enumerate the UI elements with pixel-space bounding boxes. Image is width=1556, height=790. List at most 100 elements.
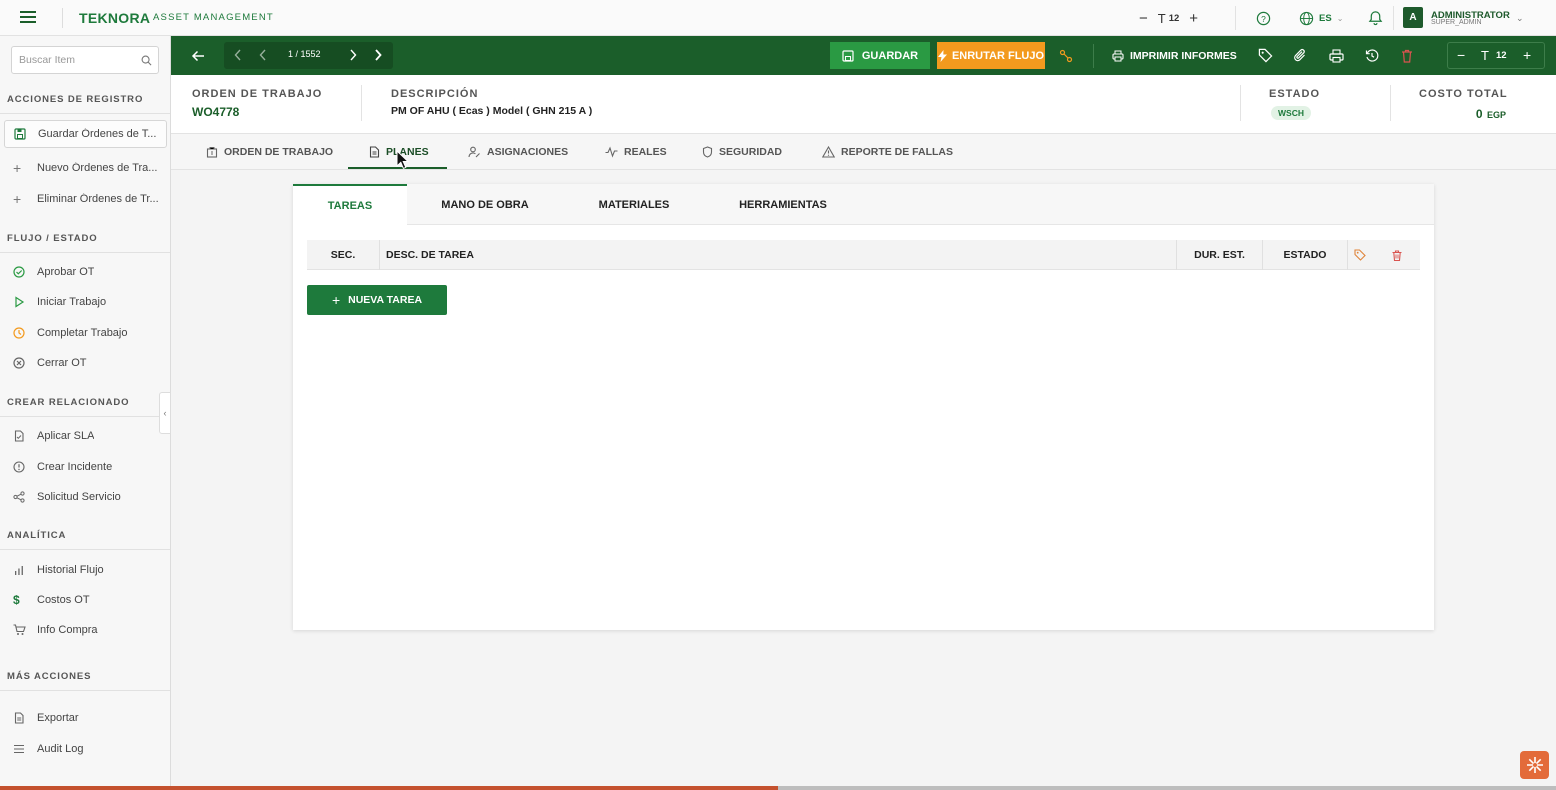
font-decrease-icon[interactable]: − — [1457, 47, 1465, 63]
avatar[interactable]: A — [1403, 7, 1423, 28]
last-page-icon[interactable] — [374, 48, 382, 62]
search-icon[interactable] — [141, 55, 152, 66]
print-reports-button[interactable]: IMPRIMIR INFORMES — [1112, 36, 1237, 75]
language-selector[interactable]: ES ⌄ — [1299, 0, 1343, 36]
plus-icon: + — [13, 191, 22, 207]
chevron-down-icon[interactable]: ⌄ — [1516, 0, 1524, 36]
next-page-icon[interactable] — [349, 48, 357, 62]
search-input[interactable] — [19, 54, 137, 66]
total-cost-label: COSTO TOTAL — [1419, 88, 1508, 100]
paperclip-icon[interactable] — [1293, 36, 1307, 75]
total-cost: 0 EGP — [1431, 105, 1506, 123]
section-header-crear: CREAR RELACIONADO — [7, 397, 130, 408]
save-button-label: GUARDAR — [861, 49, 919, 62]
progress-fill — [0, 786, 778, 790]
sidebar-item-apply-sla[interactable]: Aplicar SLA — [4, 422, 167, 450]
first-page-icon[interactable] — [234, 48, 242, 62]
description-value: PM OF AHU ( Ecas ) Model ( GHN 215 A ) — [391, 105, 593, 117]
subtab-materials[interactable]: MATERIALES — [577, 184, 691, 225]
sidebar-item-approve-wo[interactable]: Aprobar OT — [4, 258, 167, 286]
sidebar-item-save-wo[interactable]: Guardar Órdenes de T... — [4, 120, 167, 148]
font-increase-icon[interactable]: + — [1189, 10, 1198, 27]
warning-icon — [822, 146, 835, 158]
sidebar-item-delete-wo[interactable]: + Eliminar Órdenes de Tr... — [4, 185, 167, 213]
cart-icon — [13, 624, 33, 636]
sidebar-item-create-incident[interactable]: Crear Incidente — [4, 453, 167, 481]
divider — [1093, 44, 1094, 68]
section-header-flujo: FLUJO / ESTADO — [7, 233, 98, 244]
subtab-tools[interactable]: HERRAMIENTAS — [719, 184, 847, 225]
menu-icon[interactable] — [20, 10, 36, 24]
trash-icon[interactable] — [1392, 240, 1402, 270]
column-divider — [1347, 240, 1348, 270]
sidebar-item-service-request[interactable]: Solicitud Servicio — [4, 483, 167, 511]
font-size-icon: T — [1481, 48, 1489, 63]
lightning-icon — [937, 49, 947, 62]
sidebar-item-label: Guardar Órdenes de T... — [38, 128, 157, 140]
sidebar-item-label: Costos OT — [37, 594, 90, 606]
pager-value: 1 / 1552 — [288, 49, 321, 59]
sidebar-item-purchase-info[interactable]: Info Compra — [4, 616, 167, 644]
work-order-label: ORDEN DE TRABAJO — [192, 88, 323, 100]
sidebar-item-close-wo[interactable]: Cerrar OT — [4, 349, 167, 377]
tasks-table-header: SEC. DESC. DE TAREA DUR. EST. ESTADO — [307, 240, 1420, 270]
save-button[interactable]: GUARDAR — [830, 42, 930, 69]
tab-label: SEGURIDAD — [719, 146, 783, 158]
shield-icon — [702, 146, 713, 158]
delete-icon[interactable] — [1401, 36, 1413, 75]
bar-chart-icon — [13, 564, 33, 576]
sidebar-item-label: Info Compra — [37, 624, 98, 636]
tab-failure-report[interactable]: REPORTE DE FALLAS — [822, 134, 953, 170]
tag-icon[interactable] — [1354, 240, 1366, 270]
document-icon — [13, 430, 33, 442]
prev-page-icon[interactable] — [259, 48, 267, 62]
sidebar-collapse-handle[interactable]: ‹ — [159, 392, 171, 434]
divider — [0, 416, 170, 417]
brand-logo[interactable]: TEKNORA — [79, 10, 150, 26]
font-increase-icon[interactable]: + — [1523, 47, 1531, 63]
tab-assignments[interactable]: ASIGNACIONES — [468, 134, 568, 170]
font-size-control: − T 12 + — [1139, 0, 1198, 36]
workflow-icon[interactable] — [1059, 36, 1073, 75]
assistant-fab-button[interactable] — [1520, 751, 1549, 779]
list-icon — [13, 743, 33, 755]
divider — [0, 690, 170, 691]
sidebar-item-export[interactable]: Exportar — [4, 704, 167, 732]
new-task-button[interactable]: + NUEVA TAREA — [307, 285, 447, 315]
font-decrease-icon[interactable]: − — [1139, 10, 1148, 27]
sidebar-item-flow-history[interactable]: Historial Flujo — [4, 556, 167, 584]
brand-subtitle: ASSET MANAGEMENT — [153, 12, 274, 23]
bell-icon[interactable] — [1368, 0, 1383, 36]
subtab-labor[interactable]: MANO DE OBRA — [421, 184, 549, 225]
route-flow-button[interactable]: ENRUTAR FLUJO — [937, 42, 1045, 69]
sidebar-item-start-work[interactable]: Iniciar Trabajo — [4, 288, 167, 316]
mouse-pointer-icon — [396, 150, 410, 170]
description-label: DESCRIPCIÓN — [391, 88, 479, 100]
divider — [1390, 85, 1391, 121]
print-icon[interactable] — [1329, 36, 1344, 75]
sidebar-item-label: Aprobar OT — [37, 266, 95, 278]
divider — [62, 8, 63, 28]
chevron-down-icon: ⌄ — [1336, 13, 1344, 23]
help-icon[interactable]: ? — [1256, 0, 1271, 36]
sidebar-item-wo-costs[interactable]: $ Costos OT — [4, 586, 167, 614]
sidebar-item-complete-work[interactable]: Completar Trabajo — [4, 319, 167, 347]
tab-label: ORDEN DE TRABAJO — [224, 146, 334, 158]
tag-icon[interactable] — [1258, 36, 1273, 75]
history-icon[interactable] — [1365, 36, 1379, 75]
sidebar-item-new-wo[interactable]: + Nuevo Órdenes de Tra... — [4, 154, 167, 182]
tab-work-order[interactable]: ORDEN DE TRABAJO — [206, 134, 333, 170]
font-size-icon: T — [1157, 10, 1166, 26]
sidebar-item-audit-log[interactable]: Audit Log — [4, 735, 167, 763]
divider — [0, 549, 170, 550]
subtab-tasks[interactable]: TAREAS — [293, 184, 407, 225]
divider — [361, 85, 362, 121]
sub-tabs: TAREAS MANO DE OBRA MATERIALES HERRAMIEN… — [293, 184, 1434, 225]
column-header-seq: SEC. — [330, 249, 356, 261]
section-header-analitica: ANALÍTICA — [7, 530, 67, 541]
back-arrow-icon[interactable] — [191, 36, 205, 75]
work-order-value: WO4778 — [192, 105, 240, 119]
tab-actuals[interactable]: REALES — [605, 134, 667, 170]
tab-safety[interactable]: SEGURIDAD — [702, 134, 782, 170]
user-role: SUPER_ADMIN — [1431, 19, 1482, 26]
